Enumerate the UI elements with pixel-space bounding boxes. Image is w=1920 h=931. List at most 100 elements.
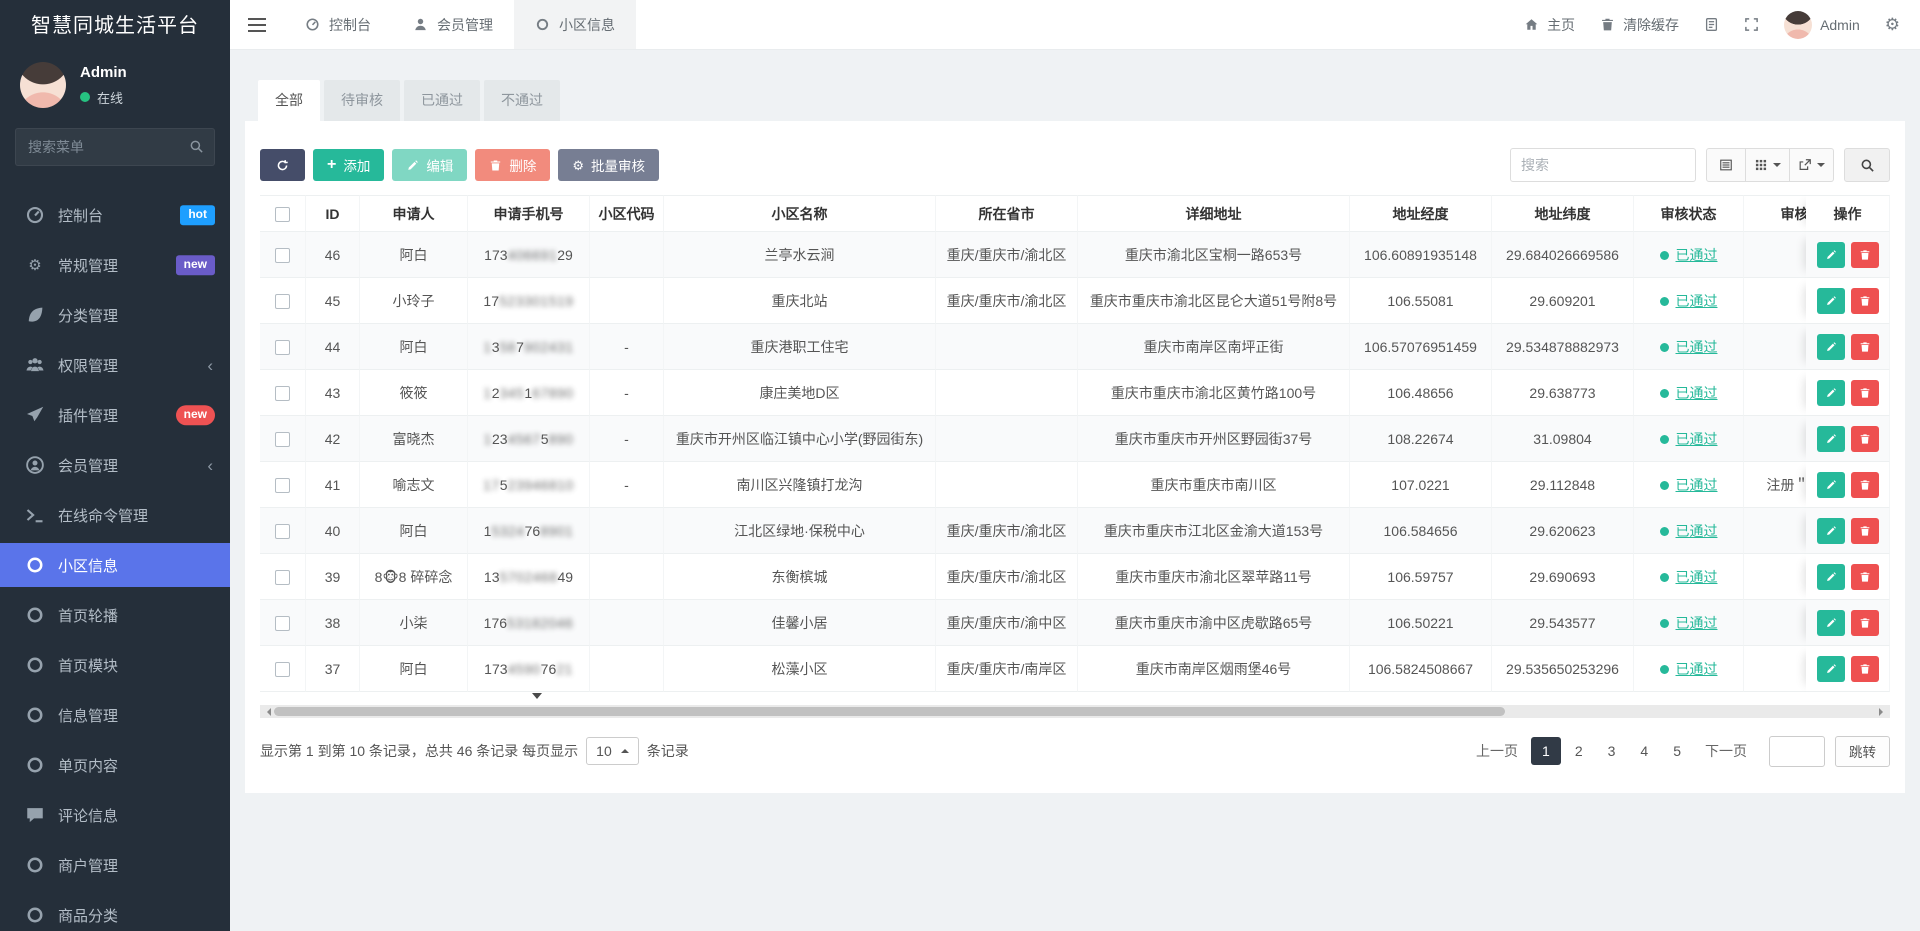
prev-page-button[interactable]: 上一页 xyxy=(1466,735,1528,767)
sidebar-item-addon[interactable]: 插件管理new xyxy=(0,390,230,440)
row-edit-button[interactable] xyxy=(1817,610,1845,636)
gear-icon: ⚙ xyxy=(572,159,584,172)
row-edit-button[interactable] xyxy=(1817,518,1845,544)
row-edit-button[interactable] xyxy=(1817,656,1845,682)
status-link[interactable]: 已通过 xyxy=(1676,247,1718,263)
row-delete-button[interactable] xyxy=(1851,334,1879,360)
row-edit-button[interactable] xyxy=(1817,242,1845,268)
filter-tab-1[interactable]: 待审核 xyxy=(324,80,400,121)
topbar-tab-member[interactable]: 会员管理 xyxy=(392,0,514,49)
status-link[interactable]: 已通过 xyxy=(1676,293,1718,309)
status-dot-icon xyxy=(1660,343,1669,352)
sidebar-item-command[interactable]: 在线命令管理 xyxy=(0,490,230,540)
topbar-tab-community[interactable]: 小区信息 xyxy=(514,0,636,49)
edit-button[interactable]: 编辑 xyxy=(392,149,467,181)
jump-button[interactable]: 跳转 xyxy=(1835,736,1890,767)
fullscreen-button[interactable] xyxy=(1744,17,1759,32)
select-all-checkbox[interactable] xyxy=(275,207,290,222)
row-checkbox[interactable] xyxy=(275,524,290,539)
avatar[interactable] xyxy=(20,62,66,108)
cell-lat: 29.638773 xyxy=(1492,370,1634,416)
menu-search-input[interactable] xyxy=(15,128,215,166)
sidebar-item-community[interactable]: 小区信息 xyxy=(0,543,230,587)
sidebar-item-comment[interactable]: 评论信息 xyxy=(0,790,230,840)
sidebar-item-module[interactable]: 首页模块 xyxy=(0,640,230,690)
row-delete-button[interactable] xyxy=(1851,426,1879,452)
row-delete-button[interactable] xyxy=(1851,564,1879,590)
batch-audit-button[interactable]: ⚙ 批量审核 xyxy=(558,149,659,181)
filter-tab-3[interactable]: 不通过 xyxy=(484,80,560,121)
row-edit-button[interactable] xyxy=(1817,334,1845,360)
sidebar-item-merchant[interactable]: 商户管理 xyxy=(0,840,230,890)
filter-tab-0[interactable]: 全部 xyxy=(258,80,320,121)
row-edit-button[interactable] xyxy=(1817,288,1845,314)
status-link[interactable]: 已通过 xyxy=(1676,431,1718,447)
page-4[interactable]: 4 xyxy=(1629,737,1659,765)
page-2[interactable]: 2 xyxy=(1564,737,1594,765)
row-checkbox[interactable] xyxy=(275,294,290,309)
user-menu[interactable]: Admin xyxy=(1784,11,1860,39)
sidebar-item-category[interactable]: 分类管理 xyxy=(0,290,230,340)
status-link[interactable]: 已通过 xyxy=(1676,339,1718,355)
row-delete-button[interactable] xyxy=(1851,610,1879,636)
status-link[interactable]: 已通过 xyxy=(1676,477,1718,493)
row-checkbox[interactable] xyxy=(275,478,290,493)
table-search-input[interactable] xyxy=(1510,148,1696,182)
docs-button[interactable] xyxy=(1704,17,1719,32)
scrollbar-thumb[interactable] xyxy=(274,707,1505,716)
sidebar-item-info[interactable]: 信息管理 xyxy=(0,690,230,740)
row-edit-button[interactable] xyxy=(1817,380,1845,406)
row-delete-button[interactable] xyxy=(1851,656,1879,682)
sidebar-item-goods-category[interactable]: 商品分类 xyxy=(0,890,230,931)
page-5[interactable]: 5 xyxy=(1662,737,1692,765)
detail-view-button[interactable] xyxy=(1706,148,1746,182)
row-checkbox[interactable] xyxy=(275,570,290,585)
page-1[interactable]: 1 xyxy=(1531,737,1561,765)
status-link[interactable]: 已通过 xyxy=(1676,569,1718,585)
refresh-button[interactable] xyxy=(260,149,305,181)
home-link[interactable]: 主页 xyxy=(1524,15,1575,35)
filter-tab-2[interactable]: 已通过 xyxy=(404,80,480,121)
row-edit-button[interactable] xyxy=(1817,426,1845,452)
page-3[interactable]: 3 xyxy=(1597,737,1627,765)
row-checkbox[interactable] xyxy=(275,386,290,401)
search-button[interactable] xyxy=(1844,148,1890,182)
scroll-left-icon[interactable] xyxy=(263,708,271,716)
row-edit-button[interactable] xyxy=(1817,472,1845,498)
row-checkbox[interactable] xyxy=(275,340,290,355)
row-delete-button[interactable] xyxy=(1851,242,1879,268)
menu-toggle-icon[interactable] xyxy=(230,0,284,49)
row-delete-button[interactable] xyxy=(1851,380,1879,406)
row-delete-button[interactable] xyxy=(1851,288,1879,314)
status-link[interactable]: 已通过 xyxy=(1676,385,1718,401)
sidebar-item-auth[interactable]: 权限管理‹ xyxy=(0,340,230,390)
row-checkbox[interactable] xyxy=(275,662,290,677)
row-checkbox[interactable] xyxy=(275,432,290,447)
cell-id: 42 xyxy=(306,416,360,462)
settings-button[interactable]: ⚙ xyxy=(1885,16,1900,33)
status-link[interactable]: 已通过 xyxy=(1676,523,1718,539)
clear-cache-button[interactable]: 清除缓存 xyxy=(1600,15,1679,35)
columns-button[interactable] xyxy=(1746,148,1790,182)
export-button[interactable] xyxy=(1790,148,1834,182)
sidebar-item-member[interactable]: 会员管理‹ xyxy=(0,440,230,490)
row-delete-button[interactable] xyxy=(1851,518,1879,544)
delete-button[interactable]: 删除 xyxy=(475,149,550,181)
row-edit-button[interactable] xyxy=(1817,564,1845,590)
status-link[interactable]: 已通过 xyxy=(1676,661,1718,677)
page-size-dropdown[interactable]: 10 xyxy=(586,737,639,765)
add-button[interactable]: + 添加 xyxy=(313,149,384,181)
status-link[interactable]: 已通过 xyxy=(1676,615,1718,631)
topbar-tab-console[interactable]: 控制台 xyxy=(284,0,392,49)
jump-page-input[interactable] xyxy=(1769,736,1825,767)
sidebar-item-general[interactable]: ⚙常规管理new xyxy=(0,240,230,290)
row-checkbox[interactable] xyxy=(275,248,290,263)
sidebar-item-banner[interactable]: 首页轮播 xyxy=(0,590,230,640)
sidebar-item-console[interactable]: 控制台hot xyxy=(0,190,230,240)
sidebar-item-page[interactable]: 单页内容 xyxy=(0,740,230,790)
row-delete-button[interactable] xyxy=(1851,472,1879,498)
horizontal-scrollbar[interactable] xyxy=(260,705,1890,718)
next-page-button[interactable]: 下一页 xyxy=(1695,735,1757,767)
scroll-right-icon[interactable] xyxy=(1879,708,1887,716)
row-checkbox[interactable] xyxy=(275,616,290,631)
